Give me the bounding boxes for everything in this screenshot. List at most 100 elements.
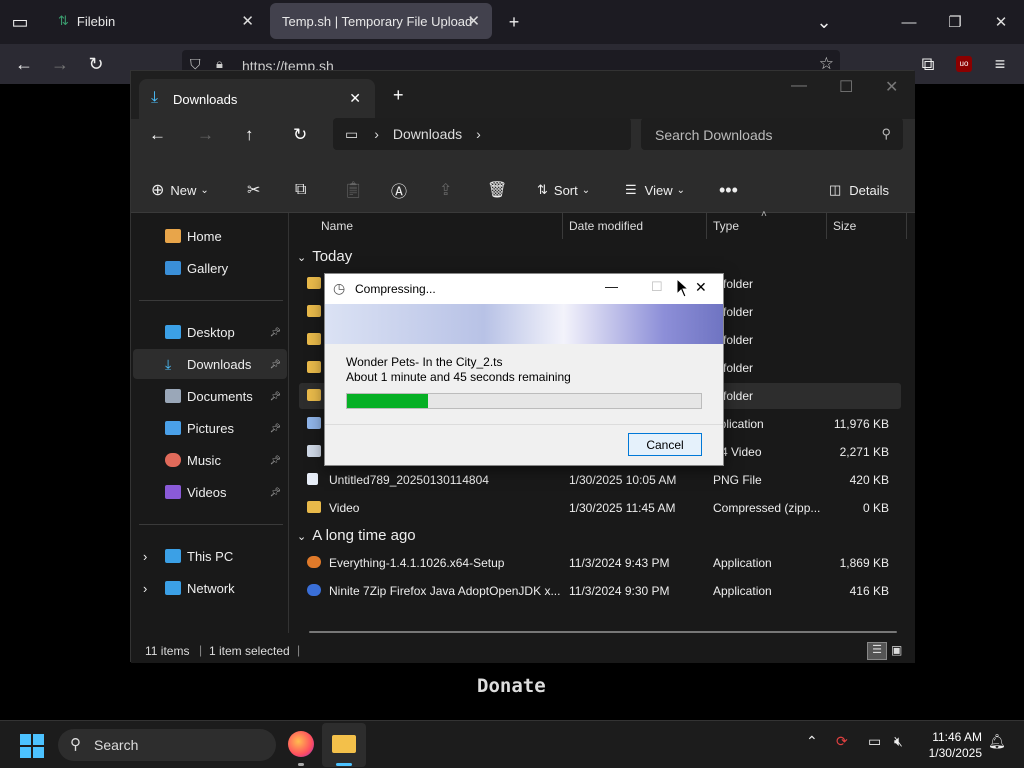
minimize-button[interactable]: — <box>791 77 807 95</box>
pin-icon[interactable]: 📌︎ <box>270 423 281 434</box>
chevron-right-icon[interactable]: › <box>143 581 147 596</box>
volume-muted-icon[interactable]: 🔇︎ <box>894 733 903 750</box>
cancel-button[interactable]: Cancel <box>628 433 702 456</box>
new-tab-icon[interactable]: + <box>498 6 530 38</box>
extensions-icon[interactable]: ⧉ <box>912 48 944 80</box>
forward-icon[interactable]: → <box>197 125 214 145</box>
forward-icon[interactable]: → <box>44 48 76 80</box>
new-tab-icon[interactable]: + <box>393 85 404 106</box>
sidebar-item-gallery[interactable]: Gallery <box>133 253 287 283</box>
new-button[interactable]: ⊕ New ⌄ <box>151 175 209 205</box>
time-remaining: About 1 minute and 45 seconds remaining <box>346 370 571 384</box>
paste-icon[interactable]: 📋︎ <box>343 175 363 205</box>
sidebar-item-documents[interactable]: Documents 📌︎ <box>133 381 287 411</box>
sidebar-item-desktop[interactable]: Desktop 📌︎ <box>133 317 287 347</box>
pin-icon[interactable]: 📌︎ <box>270 391 281 402</box>
taskbar-search[interactable]: ⚲ Search <box>58 729 276 761</box>
pin-icon[interactable]: 📌︎ <box>270 487 281 498</box>
column-divider[interactable] <box>826 213 827 239</box>
minimize-button[interactable]: — <box>605 279 618 294</box>
everything-app-icon <box>307 556 321 568</box>
sidebar-item-label: Videos <box>187 484 227 500</box>
sidebar-item-label: Downloads <box>187 356 252 372</box>
sidebar-item-videos[interactable]: Videos 📌︎ <box>133 477 287 507</box>
view-button[interactable]: ☰ View ⌄ <box>625 175 685 205</box>
table-row[interactable]: Video 1/30/2025 11:45 AM Compressed (zipp.… <box>299 495 901 521</box>
table-row[interactable]: Everything-1.4.1.1026.x64-Setup 11/3/2024… <box>299 550 901 576</box>
sidebar-item-this-pc[interactable]: › This PC <box>133 541 287 571</box>
file-explorer-taskbar-button[interactable] <box>322 723 366 767</box>
pin-icon[interactable]: 📌︎ <box>270 327 281 338</box>
column-header-date[interactable]: Date modified <box>569 219 643 233</box>
copy-icon[interactable]: ⧉ <box>295 175 306 205</box>
delete-icon[interactable]: 🗑︎ <box>487 175 507 205</box>
tab-filebin[interactable]: ⇅ Filebin ✕ <box>46 3 266 39</box>
rename-icon[interactable]: Ⓐ <box>391 175 407 205</box>
table-row[interactable]: Untitled789_20250130114804 1/30/2025 10:0… <box>299 467 901 493</box>
cell-size: 1,869 KB <box>839 556 889 570</box>
group-today[interactable]: ⌄ Today <box>297 248 352 265</box>
menu-icon[interactable]: ≡ <box>984 48 1016 80</box>
tab-overview-icon[interactable]: ▭ <box>4 6 36 38</box>
network-status-icon[interactable]: ▭ <box>868 733 881 750</box>
notification-bell-icon[interactable]: 🔔︎ <box>988 733 1006 750</box>
ublock-icon[interactable]: uo <box>956 56 972 72</box>
pin-icon[interactable]: 📌︎ <box>270 359 281 370</box>
cell-name: Ninite 7Zip Firefox Java AdoptOpenJDK x.… <box>329 584 561 598</box>
back-icon[interactable]: ← <box>8 48 40 80</box>
reload-icon[interactable]: ↻ <box>80 48 112 80</box>
sidebar-item-music[interactable]: Music 📌︎ <box>133 445 287 475</box>
sidebar-item-network[interactable]: › Network <box>133 573 287 603</box>
maximize-button[interactable]: ☐ <box>839 77 853 97</box>
close-button[interactable]: ✕ <box>695 279 707 296</box>
refresh-icon[interactable]: ↻ <box>293 125 307 145</box>
clock[interactable]: 11:46 AM 1/30/2025 <box>922 730 982 760</box>
column-header-name[interactable]: Name <box>321 219 353 233</box>
breadcrumb-item[interactable]: Downloads <box>393 126 462 142</box>
sidebar-item-downloads[interactable]: ⤓ Downloads 📌︎ <box>133 349 287 379</box>
plus-circle-icon: ⊕ <box>151 182 165 199</box>
start-button[interactable] <box>20 734 44 758</box>
column-divider[interactable] <box>562 213 563 239</box>
videos-icon <box>165 485 181 499</box>
search-input[interactable]: Search Downloads ⚲ <box>641 118 903 150</box>
chevron-right-icon[interactable]: › <box>476 126 481 142</box>
tiles-view-icon[interactable]: ▣ <box>891 643 902 657</box>
sidebar-item-pictures[interactable]: Pictures 📌︎ <box>133 413 287 443</box>
column-divider[interactable] <box>906 213 907 239</box>
close-icon[interactable]: ✕ <box>241 12 254 30</box>
column-divider[interactable] <box>706 213 707 239</box>
pin-icon[interactable]: 📌︎ <box>270 455 281 466</box>
breadcrumb[interactable]: ▭ › Downloads › <box>333 118 631 150</box>
close-button[interactable]: ✕ <box>885 77 898 97</box>
group-old[interactable]: ⌄ A long time ago <box>297 527 416 544</box>
details-view-icon[interactable]: ☰ <box>867 642 887 660</box>
close-icon[interactable]: ✕ <box>467 12 480 30</box>
explorer-tab[interactable]: ⤓ Downloads ✕ <box>139 79 375 119</box>
minimize-button[interactable]: — <box>886 0 932 44</box>
tab-temp-sh[interactable]: Temp.sh | Temporary File Upload ✕ <box>270 3 492 39</box>
update-icon[interactable]: ⟳ <box>836 733 848 750</box>
back-icon[interactable]: ← <box>149 125 166 145</box>
firefox-icon[interactable] <box>288 731 314 757</box>
maximize-button[interactable]: ☐ <box>651 279 663 295</box>
details-button[interactable]: ◫ Details <box>829 175 889 205</box>
more-icon[interactable]: ••• <box>719 175 738 205</box>
close-icon[interactable]: ✕ <box>349 90 361 107</box>
table-row[interactable]: Ninite 7Zip Firefox Java AdoptOpenJDK x.… <box>299 578 901 604</box>
maximize-button[interactable]: ❐ <box>932 0 978 44</box>
sidebar-item-home[interactable]: Home <box>133 221 287 251</box>
chevron-right-icon[interactable]: › <box>143 549 147 564</box>
donate-link[interactable]: Donate <box>477 675 546 697</box>
chevron-down-icon[interactable]: ⌄ <box>808 6 840 38</box>
sort-button[interactable]: ⇅ Sort ⌄ <box>537 175 590 205</box>
tab-label: Filebin <box>76 13 116 29</box>
show-hidden-icons-icon[interactable]: ⌃ <box>806 733 818 750</box>
column-header-size[interactable]: Size <box>833 219 856 233</box>
cut-icon[interactable]: ✂ <box>247 175 260 205</box>
share-icon[interactable]: ⇪ <box>439 175 452 205</box>
divider <box>325 424 723 425</box>
column-header-type[interactable]: Type <box>713 219 739 233</box>
close-window-button[interactable]: ✕ <box>978 0 1024 44</box>
up-icon[interactable]: ↑ <box>245 125 254 145</box>
